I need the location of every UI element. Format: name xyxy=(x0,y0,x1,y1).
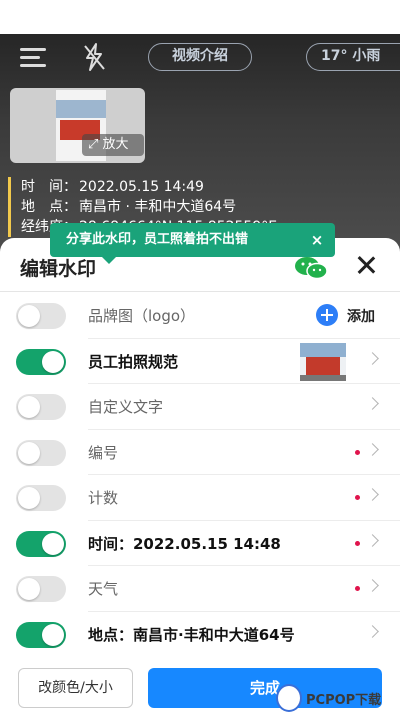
site-watermark-logo: PCPOP下载 xyxy=(276,678,400,718)
row-label: 员工拍照规范 xyxy=(88,352,179,371)
watermark-field-list: 品牌图（logo） 添加 员工拍照规范 自定义文字 编号 计数 时间：2022.… xyxy=(0,293,400,657)
wm-place-value: 南昌市 · 丰和中大道64号 xyxy=(79,199,237,215)
wm-time-line: 时 间： 2022.05.15 14:49 xyxy=(21,177,308,197)
row-time[interactable]: 时间：2022.05.15 14:48 xyxy=(16,521,400,566)
edit-watermark-sheet: 编辑水印 品牌图（logo） 添加 员工拍照规范 自定义文字 编号 计数 时间：… xyxy=(0,238,400,720)
chevron-right-icon xyxy=(366,442,379,456)
menu-icon[interactable] xyxy=(20,46,48,68)
chevron-right-icon xyxy=(366,351,379,365)
row-label: 时间：2022.05.15 14:48 xyxy=(88,534,281,553)
row-photo-standard[interactable]: 员工拍照规范 xyxy=(16,339,400,384)
wm-place-key: 地 点： xyxy=(21,199,77,215)
site-watermark-text: PCPOP下载 xyxy=(306,693,382,708)
toggle-count[interactable] xyxy=(16,485,66,511)
toggle-location[interactable] xyxy=(16,621,66,648)
chevron-right-icon xyxy=(366,624,379,638)
chevron-right-icon xyxy=(366,533,379,547)
weather-badge[interactable]: 17° 小雨 xyxy=(306,43,400,71)
wechat-share-icon[interactable] xyxy=(294,256,328,280)
toggle-custom-text[interactable] xyxy=(16,394,66,420)
chevron-right-icon xyxy=(366,579,379,592)
toast-pointer xyxy=(102,257,116,264)
pcpop-logo-icon xyxy=(276,684,302,712)
row-label: 自定义文字 xyxy=(88,398,164,416)
row-label: 品牌图（logo） xyxy=(88,307,196,325)
wm-place-line: 地 点： 南昌市 · 丰和中大道64号 xyxy=(21,197,308,217)
new-dot-indicator xyxy=(355,495,360,500)
chevron-right-icon xyxy=(366,397,379,410)
new-dot-indicator xyxy=(355,540,360,546)
new-dot-indicator xyxy=(355,586,360,591)
toggle-weather[interactable] xyxy=(16,576,66,602)
row-label: 天气 xyxy=(88,580,119,598)
last-photo-thumbnail[interactable]: ⤢ 放大 xyxy=(10,88,145,163)
row-brand-logo[interactable]: 品牌图（logo） 添加 xyxy=(16,293,400,339)
toggle-number[interactable] xyxy=(16,439,66,466)
zoom-button[interactable]: ⤢ 放大 xyxy=(82,134,144,156)
change-color-size-button[interactable]: 改颜色/大小 xyxy=(18,668,133,708)
new-dot-indicator xyxy=(355,449,360,455)
close-icon[interactable] xyxy=(354,253,378,277)
row-label: 计数 xyxy=(88,489,119,507)
add-label: 添加 xyxy=(347,309,375,325)
row-number[interactable]: 编号 xyxy=(16,430,400,475)
row-weather[interactable]: 天气 xyxy=(16,566,400,612)
video-intro-button[interactable]: 视频介绍 xyxy=(148,43,252,71)
zoom-label: 放大 xyxy=(102,137,129,152)
wm-time-value: 2022.05.15 14:49 xyxy=(79,179,204,195)
camera-top-bar: 视频介绍 17° 小雨 xyxy=(0,34,400,80)
plus-icon xyxy=(316,304,338,326)
sheet-title: 编辑水印 xyxy=(20,258,97,280)
share-tip-toast: 分享此水印，员工照着拍不出错 × xyxy=(50,223,335,264)
toast-text: 分享此水印，员工照着拍不出错 xyxy=(66,232,249,247)
toggle-photo-standard[interactable] xyxy=(16,348,66,375)
row-count[interactable]: 计数 xyxy=(16,475,400,521)
row-label: 编号 xyxy=(88,443,119,462)
chevron-right-icon xyxy=(366,488,379,501)
standard-photo-preview xyxy=(300,342,346,381)
wm-time-key: 时 间： xyxy=(21,179,77,195)
zoom-icon: ⤢ xyxy=(88,137,99,152)
toast-close-icon[interactable]: × xyxy=(307,223,327,257)
toggle-brand-logo[interactable] xyxy=(16,303,66,329)
status-bar xyxy=(0,0,400,34)
flash-off-icon[interactable] xyxy=(80,42,108,72)
row-custom-text[interactable]: 自定义文字 xyxy=(16,384,400,430)
row-location[interactable]: 地点：南昌市·丰和中大道64号 xyxy=(16,612,400,658)
row-label: 地点：南昌市·丰和中大道64号 xyxy=(88,625,295,644)
toggle-time[interactable] xyxy=(16,530,66,557)
